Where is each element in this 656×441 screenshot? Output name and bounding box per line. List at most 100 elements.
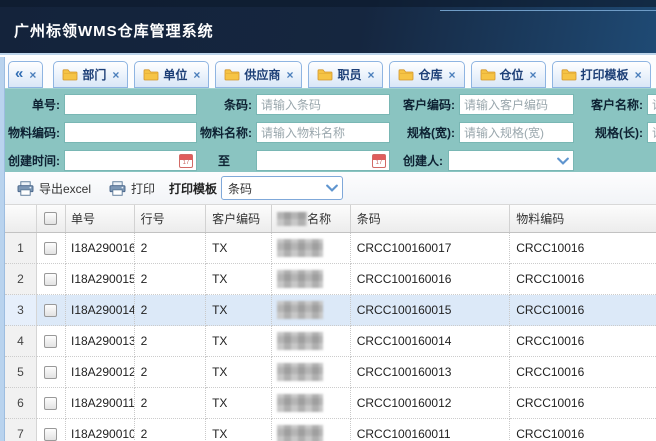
cell-customer-code: TX	[206, 264, 272, 295]
row-checkbox[interactable]	[44, 366, 57, 379]
col-order-no[interactable]: 单号	[66, 205, 135, 232]
tab-bin[interactable]: 仓位 ×	[471, 61, 546, 88]
folder-icon	[224, 68, 240, 81]
spec-width-input[interactable]	[459, 122, 574, 143]
spec-length-label: 规格(长):	[568, 122, 643, 144]
row-number-header	[5, 205, 37, 232]
cell-order-no: I18A290010	[66, 419, 135, 441]
select-all-checkbox[interactable]	[44, 212, 57, 225]
cell-customer-code: TX	[206, 295, 272, 326]
folder-icon	[561, 68, 577, 81]
redacted-text	[277, 301, 323, 319]
tab-supplier[interactable]: 供应商 ×	[215, 61, 302, 88]
spec-length-input[interactable]	[647, 122, 656, 143]
row-number: 4	[5, 326, 37, 357]
close-icon[interactable]: ×	[449, 69, 456, 81]
table-row[interactable]: 4 I18A290013 2 TX CRCC100160014 CRCC1001…	[5, 326, 656, 357]
printer-icon	[17, 181, 34, 196]
wms-window: 广州标领WMS仓库管理系统 « × 部门 × 单位 × 供应商 × 职员 ×	[0, 0, 656, 441]
tab-label: 部门	[82, 66, 106, 83]
customer-name-label: 客户名称:	[568, 94, 643, 116]
cell-material-code: CRCC10016	[510, 295, 656, 326]
col-material-code[interactable]: 物料编码	[510, 205, 656, 232]
row-number: 7	[5, 419, 37, 441]
cell-order-no: I18A290012	[66, 357, 135, 388]
folder-icon	[398, 68, 414, 81]
row-checkbox[interactable]	[44, 397, 57, 410]
creator-select[interactable]	[448, 150, 574, 171]
close-icon[interactable]: ×	[29, 69, 36, 81]
tab-warehouse[interactable]: 仓库 ×	[389, 61, 464, 88]
row-checkbox[interactable]	[44, 304, 57, 317]
printer-icon	[109, 181, 126, 196]
folder-icon	[143, 68, 159, 81]
create-time-from-input[interactable]	[64, 150, 197, 171]
redacted-text	[277, 332, 323, 350]
tab-print-template[interactable]: 打印模板 ×	[552, 61, 651, 88]
close-icon[interactable]: ×	[635, 69, 642, 81]
row-checkbox[interactable]	[44, 335, 57, 348]
cell-customer-code: TX	[206, 357, 272, 388]
barcode-input[interactable]	[256, 94, 390, 115]
collapse-tabs-icon[interactable]: «	[15, 66, 23, 81]
chevron-down-icon	[326, 184, 338, 192]
close-icon[interactable]: ×	[193, 69, 200, 81]
table-row[interactable]: 6 I18A290011 2 TX CRCC100160012 CRCC1001…	[5, 388, 656, 419]
close-icon[interactable]: ×	[112, 69, 119, 81]
close-icon[interactable]: ×	[530, 69, 537, 81]
customer-code-input[interactable]	[459, 94, 574, 115]
titlebar-decor-line	[440, 10, 656, 11]
material-code-input[interactable]	[64, 122, 197, 143]
tab-label: 打印模板	[581, 66, 629, 83]
spec-width-label: 规格(宽):	[380, 122, 455, 144]
table-row[interactable]: 7 I18A290010 2 TX CRCC100160011 CRCC1001…	[5, 419, 656, 441]
row-number: 2	[5, 264, 37, 295]
cell-material-code: CRCC10016	[510, 233, 656, 264]
create-time-to-input[interactable]	[256, 150, 390, 171]
table-row-selected[interactable]: 3 I18A290014 2 TX CRCC100160015 CRCC1001…	[5, 295, 656, 326]
order-no-input[interactable]	[64, 94, 197, 115]
col-name-suffix: 名称	[307, 210, 331, 227]
tab-department[interactable]: 部门 ×	[53, 61, 128, 88]
redacted-text	[277, 363, 323, 381]
calendar-icon[interactable]	[372, 154, 386, 168]
close-icon[interactable]: ×	[286, 69, 293, 81]
redacted-text	[277, 394, 323, 412]
folder-icon	[317, 68, 333, 81]
tab-unit[interactable]: 单位 ×	[134, 61, 209, 88]
col-name[interactable]: 名称	[272, 205, 351, 232]
redacted-text	[277, 212, 307, 226]
export-excel-label: 导出excel	[39, 180, 91, 197]
filter-panel: 单号: 条码: 客户编码: 客户名称: 物料编码: 物料名称: 规格(宽): 规…	[5, 88, 656, 172]
export-excel-button[interactable]: 导出excel	[17, 180, 91, 197]
cell-customer-code: TX	[206, 419, 272, 441]
row-checkbox[interactable]	[44, 242, 57, 255]
tab-bar: « × 部门 × 单位 × 供应商 × 职员 × 仓库 ×	[5, 57, 656, 88]
print-button[interactable]: 打印	[109, 180, 155, 197]
title-bar: 广州标领WMS仓库管理系统	[0, 0, 656, 55]
cell-barcode: CRCC100160014	[351, 326, 511, 357]
cell-customer-code: TX	[206, 388, 272, 419]
material-name-input[interactable]	[256, 122, 390, 143]
table-row[interactable]: 1 I18A290016 2 TX CRCC100160017 CRCC1001…	[5, 233, 656, 264]
tab-collapse[interactable]: « ×	[8, 61, 43, 88]
cell-customer-code: TX	[206, 326, 272, 357]
cell-line-no: 2	[135, 419, 206, 441]
cell-material-code: CRCC10016	[510, 264, 656, 295]
row-checkbox[interactable]	[44, 428, 57, 441]
close-icon[interactable]: ×	[367, 69, 374, 81]
col-line-no[interactable]: 行号	[135, 205, 206, 232]
print-template-select[interactable]: 条码	[221, 176, 343, 200]
row-checkbox[interactable]	[44, 273, 57, 286]
table-row[interactable]: 2 I18A290015 2 TX CRCC100160016 CRCC1001…	[5, 264, 656, 295]
col-customer-code[interactable]: 客户编码	[206, 205, 272, 232]
customer-name-input[interactable]	[647, 94, 656, 115]
tab-staff[interactable]: 职员 ×	[308, 61, 383, 88]
col-barcode[interactable]: 条码	[351, 205, 511, 232]
calendar-icon[interactable]	[179, 154, 193, 168]
table-row[interactable]: 5 I18A290012 2 TX CRCC100160013 CRCC1001…	[5, 357, 656, 388]
order-no-label: 单号:	[5, 94, 60, 116]
cell-barcode: CRCC100160015	[351, 295, 511, 326]
folder-icon	[480, 68, 496, 81]
row-number: 5	[5, 357, 37, 388]
